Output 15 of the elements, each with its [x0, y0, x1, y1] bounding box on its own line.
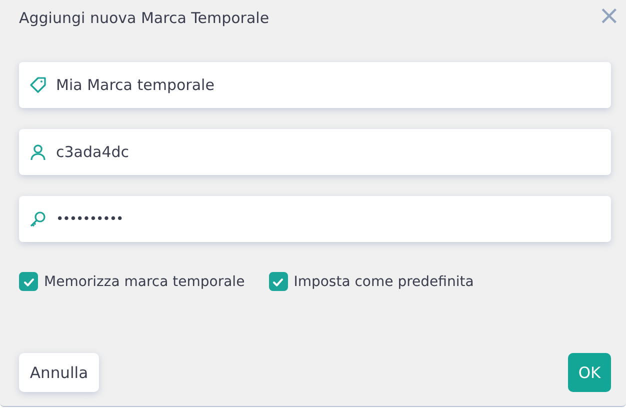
key-icon	[29, 210, 47, 228]
checkbox[interactable]	[268, 272, 288, 291]
checkbox-label: Imposta come predefinita	[294, 274, 474, 290]
dialog-title: Aggiungi nuova Marca Temporale	[19, 9, 270, 27]
input-field[interactable]: ••••••••••	[19, 196, 611, 242]
field-value: ••••••••••	[56, 212, 123, 226]
cancel-button[interactable]: Annulla	[19, 353, 99, 392]
field-value: Mia Marca temporale	[56, 76, 214, 94]
user-icon	[29, 143, 47, 161]
checkbox-label: Memorizza marca temporale	[44, 274, 245, 290]
tag-icon	[29, 76, 47, 94]
checkbox[interactable]	[19, 272, 38, 291]
input-field[interactable]: c3ada4dc	[19, 129, 611, 175]
input-field[interactable]: Mia Marca temporale	[19, 62, 611, 108]
field-value: c3ada4dc	[56, 143, 130, 161]
